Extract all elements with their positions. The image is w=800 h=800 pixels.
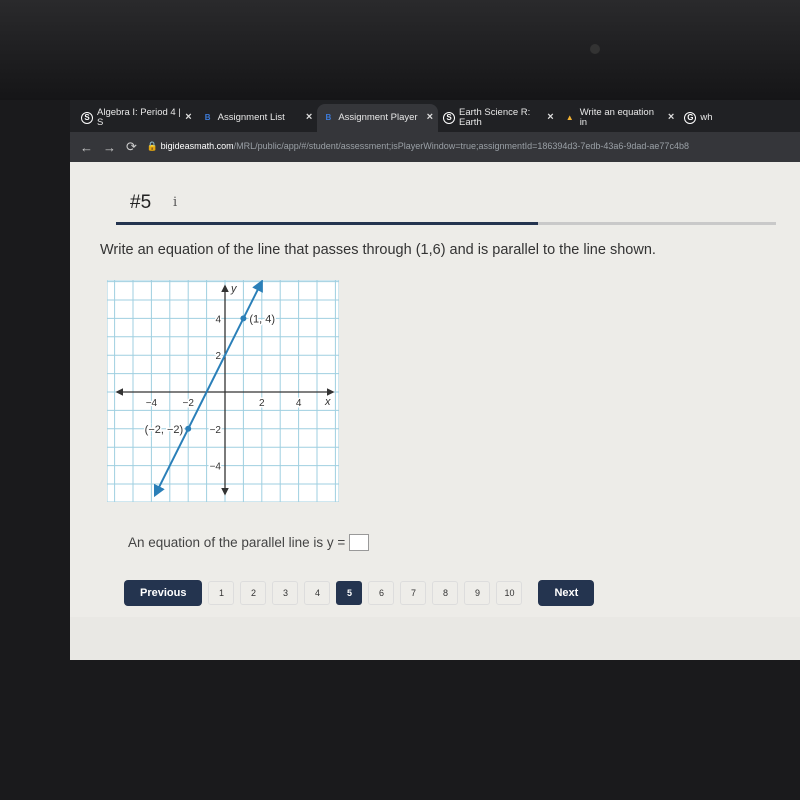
- google-icon: G: [684, 112, 697, 124]
- progress-bar: [116, 222, 776, 225]
- tab-5[interactable]: Gwh: [679, 104, 800, 132]
- assessment-page: #5 i Write an equation of the line that …: [70, 162, 800, 722]
- close-tab-icon[interactable]: ×: [427, 112, 433, 124]
- tab-3[interactable]: S Earth Science R: Earth ×: [438, 104, 559, 132]
- close-tab-icon[interactable]: ×: [668, 112, 674, 124]
- page-7[interactable]: 7: [400, 581, 427, 605]
- tab-label: Assignment List: [217, 112, 285, 124]
- url-field[interactable]: 🔒 bigideasmath.com/MRL/public/app/#/stud…: [146, 141, 800, 152]
- page-8[interactable]: 8: [432, 581, 459, 605]
- next-button[interactable]: Next: [538, 580, 595, 606]
- close-tab-icon[interactable]: ×: [306, 112, 312, 124]
- x-tick-label: 4: [296, 398, 302, 409]
- x-tick-label: −2: [182, 398, 194, 409]
- webcam: [590, 44, 600, 54]
- page-10[interactable]: 10: [496, 581, 523, 605]
- page-3[interactable]: 3: [272, 581, 299, 605]
- tab-label: Algebra I: Period 4 | S: [97, 107, 181, 128]
- info-icon[interactable]: i: [173, 195, 177, 210]
- point-label: (−2, −2): [145, 424, 184, 436]
- page-6[interactable]: 6: [368, 581, 395, 605]
- back-icon[interactable]: ←: [80, 140, 93, 155]
- graph-background: [107, 280, 339, 502]
- forward-icon[interactable]: →: [103, 140, 116, 155]
- progress-fill: [116, 222, 539, 225]
- schoology-icon: S: [443, 112, 456, 124]
- tab-label: Assignment Player: [338, 112, 418, 124]
- x-tick-label: −4: [146, 398, 158, 409]
- laptop-bezel-left: [0, 100, 70, 660]
- answer-label: An equation of the parallel line is y =: [128, 535, 346, 550]
- close-tab-icon[interactable]: ×: [547, 112, 553, 124]
- bigideas-icon: B: [204, 112, 211, 122]
- address-bar-row: ← → ⟳ 🔒 bigideasmath.com/MRL/public/app/…: [70, 132, 800, 162]
- y-tick-label: −2: [210, 425, 222, 436]
- x-axis-label: x: [324, 396, 331, 408]
- answer-row: An equation of the parallel line is y =: [128, 534, 370, 551]
- page-1[interactable]: 1: [208, 581, 235, 605]
- previous-button[interactable]: Previous: [124, 580, 203, 606]
- tab-2[interactable]: B Assignment Player ×: [317, 104, 439, 132]
- browser-window: S Algebra I: Period 4 | S × B Assignment Lis…: [70, 100, 800, 722]
- page-2[interactable]: 2: [240, 581, 267, 605]
- point-marker: [185, 425, 192, 432]
- brainly-icon: ▲: [565, 112, 574, 122]
- tab-label: Write an equation in: [579, 107, 654, 128]
- tab-label: wh: [700, 112, 713, 124]
- coordinate-graph: xy−4 −2 2 442−2−4(1, 4)(−2, −2): [107, 280, 339, 502]
- question-pager: Previous 1 2 3 4 5 6 7 8 9 10 Next: [124, 580, 595, 606]
- tab-label: Earth Science R: Earth: [459, 107, 531, 128]
- laptop-bezel: [0, 0, 800, 100]
- close-tab-icon[interactable]: ×: [185, 112, 191, 124]
- tab-1[interactable]: B Assignment List ×: [197, 104, 318, 132]
- y-tick-label: 2: [215, 351, 221, 362]
- page-9[interactable]: 9: [464, 581, 491, 605]
- point-label: (1, 4): [249, 313, 275, 325]
- question-number: #5: [130, 192, 152, 213]
- bigideas-icon: B: [325, 112, 332, 122]
- page-4[interactable]: 4: [304, 581, 331, 605]
- y-tick-label: −4: [210, 462, 222, 473]
- point-marker: [240, 315, 247, 322]
- y-tick-label: 4: [215, 314, 221, 325]
- tab-0[interactable]: S Algebra I: Period 4 | S ×: [76, 104, 197, 132]
- lock-icon: 🔒: [146, 141, 161, 152]
- laptop-bezel-bottom: [0, 660, 800, 800]
- schoology-icon: S: [81, 112, 93, 124]
- reload-icon[interactable]: ⟳: [126, 139, 137, 155]
- page-5[interactable]: 5: [336, 581, 363, 605]
- tab-4[interactable]: ▲ Write an equation in ×: [559, 104, 680, 132]
- answer-input[interactable]: [349, 534, 370, 551]
- question-prompt: Write an equation of the line that passe…: [100, 242, 656, 258]
- tab-strip: S Algebra I: Period 4 | S × B Assignment Lis…: [70, 100, 800, 132]
- x-tick-label: 2: [259, 398, 265, 409]
